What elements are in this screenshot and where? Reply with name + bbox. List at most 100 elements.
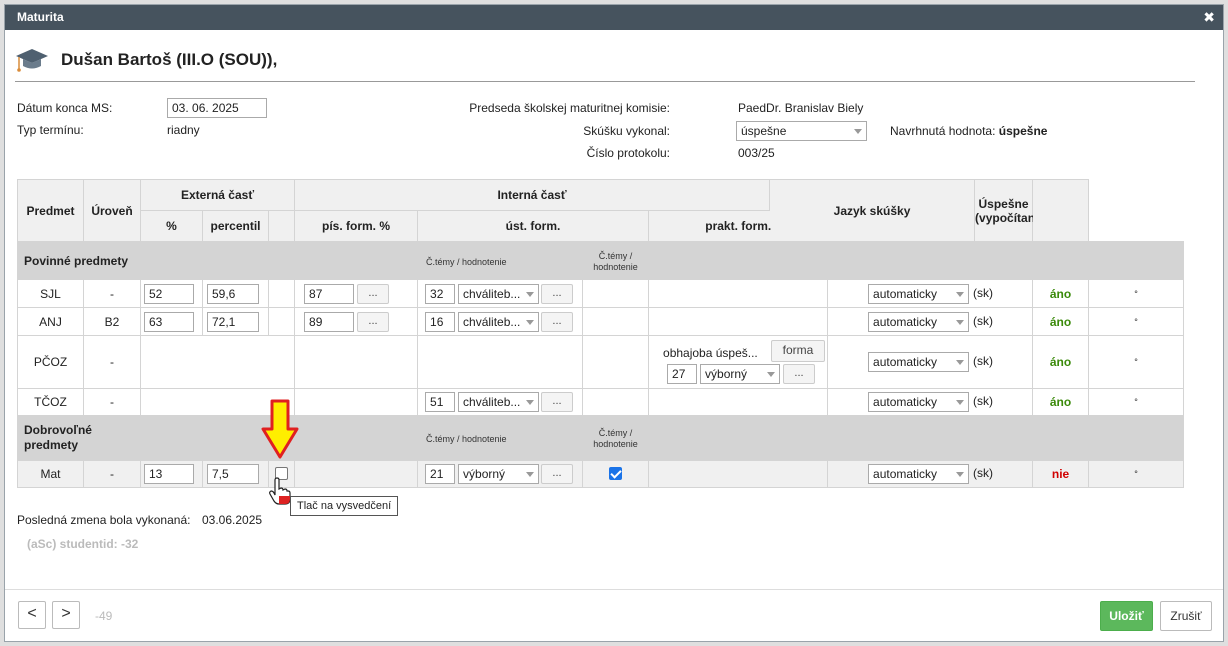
suggested-label: Navrhnutá hodnota: bbox=[890, 124, 996, 138]
cancel-button[interactable]: Zrušiť bbox=[1160, 601, 1212, 631]
percentil-input[interactable] bbox=[207, 284, 259, 304]
subject-cell: Mat bbox=[17, 460, 84, 488]
degree-mark: ° bbox=[1088, 307, 1184, 336]
language-suffix: (sk) bbox=[973, 466, 994, 480]
save-button[interactable]: Uložiť bbox=[1100, 601, 1153, 631]
suggested-value: úspešne bbox=[998, 124, 1048, 138]
protocol-value: 003/25 bbox=[738, 146, 775, 160]
language-suffix: (sk) bbox=[973, 394, 994, 408]
th-written: pís. form. % bbox=[294, 210, 419, 242]
language-select[interactable]: automaticky bbox=[868, 464, 970, 484]
practical-text: obhajoba úspeš... bbox=[663, 346, 758, 360]
degree-mark: ° bbox=[1088, 388, 1184, 416]
language-select[interactable]: automaticky bbox=[868, 312, 970, 332]
practical-grade-select[interactable]: výborný bbox=[700, 364, 781, 384]
language-suffix: (sk) bbox=[973, 314, 994, 328]
oral-dots-button[interactable]: ... bbox=[541, 284, 574, 304]
practical-dots-button[interactable]: ... bbox=[783, 364, 816, 384]
last-change-value: 03.06.2025 bbox=[202, 513, 263, 527]
oral-topic-input[interactable] bbox=[425, 464, 456, 484]
subject-cell: SJL bbox=[17, 279, 84, 308]
success-value: áno bbox=[1049, 314, 1072, 329]
hand-pointer-icon bbox=[269, 477, 291, 505]
percentil-input[interactable] bbox=[207, 464, 259, 484]
level-cell: - bbox=[83, 335, 141, 389]
oral-hint: Č.témy / hodnotenie bbox=[426, 256, 507, 267]
level-cell: - bbox=[83, 279, 141, 308]
oral-topic-input[interactable] bbox=[425, 392, 456, 412]
language-select[interactable]: automaticky bbox=[868, 392, 970, 412]
next-button[interactable]: > bbox=[52, 601, 80, 629]
th-level: Úroveň bbox=[83, 179, 141, 242]
degree-mark: ° bbox=[1088, 460, 1184, 488]
table-row: SJL - ... chváliteb... ... automaticky (… bbox=[17, 279, 1184, 308]
section-optional-label-2: predmety bbox=[24, 438, 79, 452]
language-select[interactable]: automaticky bbox=[868, 284, 970, 304]
th-external: Externá časť bbox=[139, 179, 296, 211]
oral-topic-input[interactable] bbox=[425, 284, 456, 304]
th-empty bbox=[1032, 179, 1090, 242]
percent-input[interactable] bbox=[144, 284, 194, 304]
record-counter: -49 bbox=[95, 609, 113, 623]
th-practical: prakt. form. bbox=[648, 210, 829, 242]
oral-grade-select[interactable]: chváliteb... bbox=[458, 312, 540, 332]
subject-cell: ANJ bbox=[17, 307, 84, 336]
form-button[interactable]: forma bbox=[771, 340, 826, 362]
oral-grade-select[interactable]: chváliteb... bbox=[458, 284, 540, 304]
practical-topic-input[interactable] bbox=[667, 364, 698, 384]
language-suffix: (sk) bbox=[973, 286, 994, 300]
protocol-label: Číslo protokolu: bbox=[586, 146, 670, 160]
written-input[interactable] bbox=[304, 284, 355, 304]
oral-hint-2b: hodnotenie bbox=[593, 261, 638, 272]
level-cell: - bbox=[83, 460, 141, 488]
section-mandatory-label: Povinné predmety bbox=[17, 241, 141, 280]
student-name: Dušan Bartoš (III.O (SOU)), bbox=[61, 50, 278, 69]
success-value: áno bbox=[1049, 355, 1072, 369]
end-date-label: Dátum konca MS: bbox=[17, 101, 113, 115]
student-header: Dušan Bartoš (III.O (SOU)), bbox=[15, 43, 277, 77]
subject-cell: TČOZ bbox=[17, 388, 84, 416]
last-change-label: Posledná zmena bola vykonaná: bbox=[17, 513, 191, 527]
oral-dots-button[interactable]: ... bbox=[541, 392, 574, 412]
oral-grade-select[interactable]: chváliteb... bbox=[458, 392, 540, 412]
degree-mark: ° bbox=[1088, 279, 1184, 308]
suggested-block: Navrhnutá hodnota: úspešne bbox=[890, 124, 1047, 138]
level-cell: B2 bbox=[83, 307, 141, 336]
written-dots-button[interactable]: ... bbox=[357, 312, 390, 332]
th-internal: Interná časť bbox=[294, 179, 771, 211]
percent-input[interactable] bbox=[144, 464, 194, 484]
dialog-title: Maturita bbox=[17, 10, 64, 24]
exam-done-label: Skúšku vykonal: bbox=[583, 124, 670, 138]
table-row: Mat - výborný ... automaticky (sk) nie ° bbox=[17, 460, 1184, 488]
written-dots-button[interactable]: ... bbox=[357, 284, 390, 304]
chair-value: PaedDr. Branislav Biely bbox=[738, 101, 864, 115]
prev-button[interactable]: < bbox=[18, 601, 46, 629]
table-row: PČOZ - obhajoba úspeš... forma výborný .… bbox=[17, 335, 1184, 389]
oral-hint: Č.témy / hodnotenie bbox=[426, 434, 507, 444]
arrow-down-icon bbox=[261, 399, 299, 459]
dialog-footer: < > -49 Uložiť Zrušiť bbox=[5, 589, 1223, 641]
oral-checkbox[interactable] bbox=[609, 467, 623, 480]
percent-input[interactable] bbox=[144, 312, 194, 332]
maturita-dialog: Maturita ✖ Dušan Bartoš (III.O (SOU)), D… bbox=[4, 4, 1224, 642]
end-date-input[interactable] bbox=[167, 98, 267, 118]
table-row: TČOZ - chváliteb... ... automaticky (sk)… bbox=[17, 388, 1184, 416]
oral-hint-2b: hodnotenie bbox=[593, 439, 638, 449]
th-subject: Predmet bbox=[17, 179, 84, 242]
written-input[interactable] bbox=[304, 312, 355, 332]
section-mandatory: Povinné predmety Č.témy / hodnotenie Č.t… bbox=[17, 241, 1184, 280]
oral-dots-button[interactable]: ... bbox=[541, 312, 574, 332]
level-cell: - bbox=[83, 388, 141, 416]
oral-grade-select[interactable]: výborný bbox=[458, 464, 540, 484]
th-success-line1: Úspešne bbox=[978, 196, 1029, 211]
oral-topic-input[interactable] bbox=[425, 312, 456, 332]
th-percentil: percentil bbox=[202, 210, 269, 242]
oral-dots-button[interactable]: ... bbox=[541, 464, 574, 484]
percentil-input[interactable] bbox=[207, 312, 259, 332]
exam-done-select[interactable]: úspešne bbox=[736, 121, 867, 141]
print-tooltip: Tlač na vysvedčení bbox=[290, 496, 399, 516]
language-select[interactable]: automaticky bbox=[868, 352, 970, 372]
subjects-table: Predmet Úroveň Externá časť Interná časť… bbox=[17, 179, 1184, 488]
close-icon[interactable]: ✖ bbox=[1203, 5, 1215, 30]
degree-mark: ° bbox=[1088, 335, 1184, 389]
